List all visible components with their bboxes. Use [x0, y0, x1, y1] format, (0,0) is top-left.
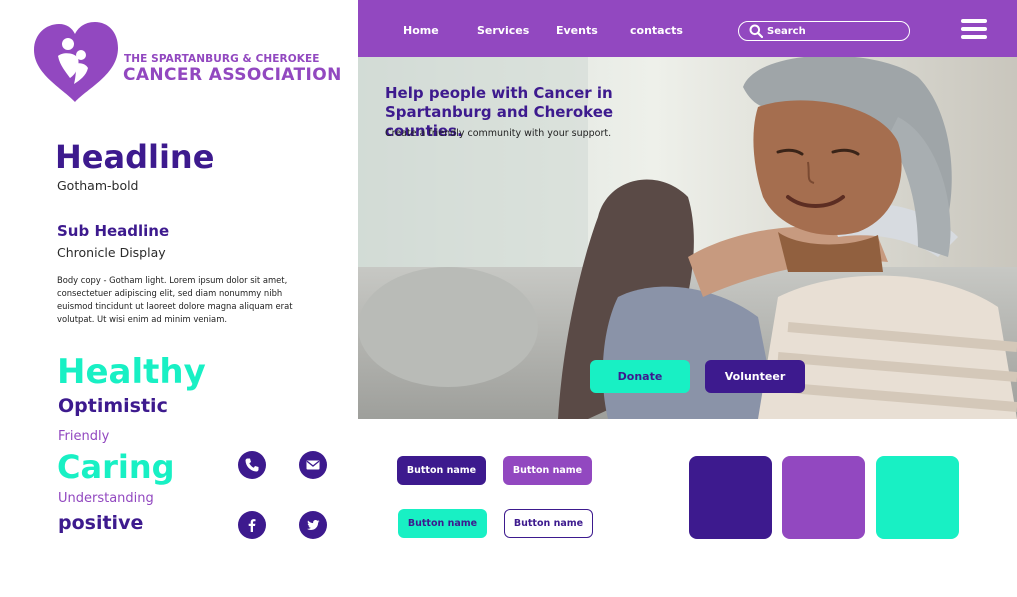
top-nav-bar: Home Services Events contacts [358, 0, 1017, 57]
email-icon [306, 460, 320, 470]
sample-button-outline[interactable]: Button name [504, 509, 593, 538]
sample-button-teal[interactable]: Button name [398, 509, 487, 538]
logo-name: CANCER ASSOCIATION [123, 65, 342, 85]
logo-tagline: THE SPARTANBURG & CHEROKEE [124, 53, 320, 65]
facebook-icon [248, 519, 256, 532]
heart-logo-icon [34, 22, 118, 102]
sample-button-purple[interactable]: Button name [503, 456, 592, 485]
donate-button[interactable]: Donate [590, 360, 690, 393]
body-copy-sample: Body copy - Gotham light. Lorem ipsum do… [57, 275, 293, 324]
subheadline-font-name: Chronicle Display [57, 245, 166, 260]
email-button[interactable] [299, 451, 327, 479]
nav-events[interactable]: Events [556, 24, 598, 37]
sample-button-dark-purple[interactable]: Button name [397, 456, 486, 485]
brand-word-positive: positive [58, 512, 144, 534]
phone-icon [245, 458, 259, 472]
facebook-button[interactable] [238, 511, 266, 539]
search-box[interactable] [738, 21, 910, 41]
color-swatch-teal [876, 456, 959, 539]
association-logo[interactable]: THE SPARTANBURG & CHEROKEE CANCER ASSOCI… [32, 22, 342, 106]
brand-word-optimistic: Optimistic [58, 395, 168, 417]
nav-home[interactable]: Home [403, 24, 439, 37]
brand-word-healthy: Healthy [57, 352, 206, 392]
volunteer-button[interactable]: Volunteer [705, 360, 805, 393]
twitter-button[interactable] [299, 511, 327, 539]
phone-button[interactable] [238, 451, 266, 479]
headline-font-name: Gotham-bold [57, 178, 139, 193]
color-swatch-dark-purple [689, 456, 772, 539]
brand-word-friendly: Friendly [58, 429, 110, 444]
nav-services[interactable]: Services [477, 24, 529, 37]
hero-banner: Help people with Cancer in Spartanburg a… [358, 57, 1017, 419]
hero-subtitle: Create a friendly community with your su… [385, 128, 612, 139]
headline-sample: Headline [55, 138, 215, 176]
nav-contacts[interactable]: contacts [630, 24, 683, 37]
hamburger-menu-icon[interactable] [961, 19, 987, 39]
subheadline-sample: Sub Headline [57, 222, 170, 240]
search-input[interactable] [767, 23, 905, 39]
brand-word-understanding: Understanding [58, 491, 154, 506]
color-swatch-purple [782, 456, 865, 539]
twitter-icon [307, 520, 320, 530]
brand-word-caring: Caring [57, 448, 175, 486]
search-icon [749, 24, 763, 38]
